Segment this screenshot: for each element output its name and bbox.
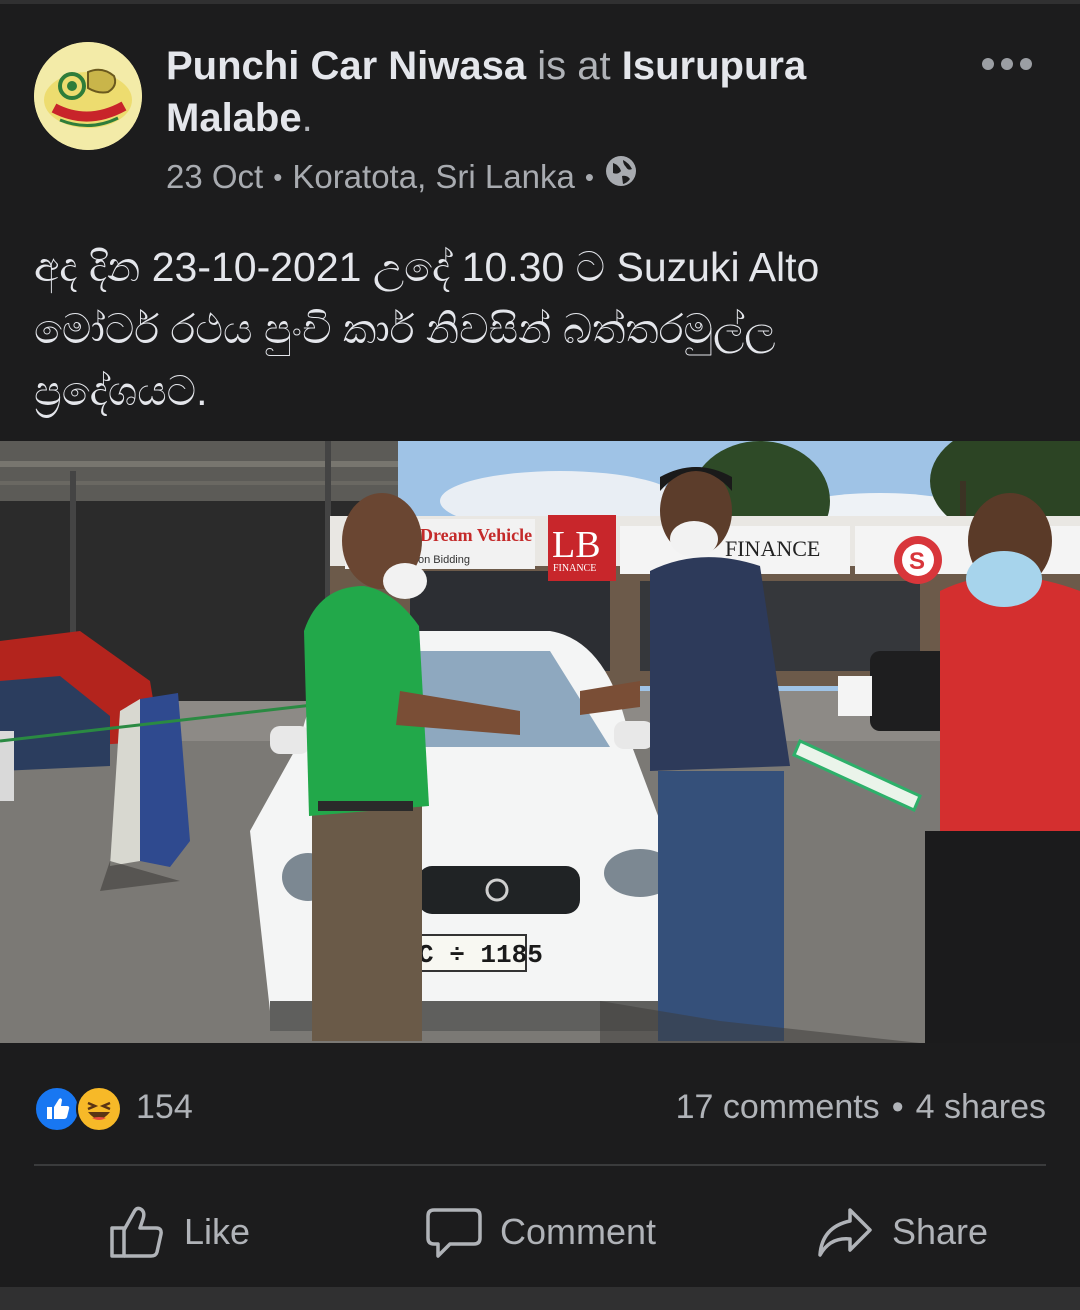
sign-s-logo: S bbox=[909, 548, 925, 575]
sign-lb-finance: FINANCE bbox=[553, 563, 596, 574]
globe-icon bbox=[604, 154, 638, 199]
reaction-count: 154 bbox=[136, 1087, 193, 1126]
engagement-summary: 17 comments • 4 shares bbox=[676, 1081, 1046, 1133]
meta-separator: • bbox=[273, 161, 283, 192]
sign-finance: FINANCE bbox=[725, 536, 820, 561]
post-text-line: ප්‍රදේශයට. bbox=[34, 368, 208, 414]
like-reaction-icon bbox=[34, 1086, 80, 1132]
post-meta: 23 Oct • Koratota, Sri Lanka • bbox=[166, 154, 638, 199]
reactions-summary[interactable]: 154 bbox=[34, 1081, 193, 1133]
sign-bidding: on Bidding bbox=[418, 554, 470, 566]
post-location[interactable]: Koratota, Sri Lanka bbox=[292, 155, 575, 199]
share-button[interactable]: Share bbox=[816, 1200, 988, 1264]
sign-dream-vehicle: Dream Vehicle bbox=[420, 525, 532, 545]
thumbs-up-icon bbox=[108, 1204, 166, 1260]
sign-lb: LB bbox=[552, 524, 601, 566]
header-period: . bbox=[301, 96, 313, 140]
shares-count-link[interactable]: 4 shares bbox=[916, 1088, 1046, 1127]
license-plate: C ÷ 1185 bbox=[418, 940, 543, 970]
post-text-line: මෝටර් රථය පුංචි කාර් නිවසින් බත්තරමුල්ල bbox=[34, 306, 776, 352]
divider bbox=[34, 1164, 1046, 1166]
reaction-icons bbox=[34, 1084, 124, 1132]
like-button[interactable]: Like bbox=[108, 1200, 250, 1264]
comment-button[interactable]: Comment bbox=[426, 1200, 656, 1264]
post-header: Punchi Car Niwasa is at Isurupura Malabe… bbox=[166, 40, 946, 144]
post-card: Punchi Car Niwasa is at Isurupura Malabe… bbox=[0, 4, 1080, 1287]
more-options-icon[interactable] bbox=[982, 44, 1032, 84]
checkin-connector: is at bbox=[537, 44, 611, 88]
page-avatar[interactable] bbox=[34, 42, 142, 150]
meta-separator: • bbox=[584, 161, 594, 192]
share-label: Share bbox=[892, 1211, 989, 1252]
author-name[interactable]: Punchi Car Niwasa bbox=[166, 44, 526, 88]
post-date[interactable]: 23 Oct bbox=[166, 155, 263, 199]
post-text-line: අද දින 23-10-2021 උදේ 10.30 ට Suzuki Alt… bbox=[34, 244, 820, 290]
like-label: Like bbox=[184, 1211, 251, 1252]
share-arrow-icon bbox=[816, 1204, 874, 1260]
haha-reaction-icon bbox=[76, 1086, 122, 1132]
comments-count-link[interactable]: 17 comments bbox=[676, 1088, 880, 1127]
stats-separator: • bbox=[891, 1087, 904, 1126]
comment-label: Comment bbox=[500, 1211, 657, 1252]
post-photo[interactable]: Dream Vehicle on Bidding LB FINANCE FINA… bbox=[0, 441, 1080, 1043]
comment-bubble-icon bbox=[426, 1204, 482, 1260]
post-text: අද දින 23-10-2021 උදේ 10.30 ට Suzuki Alt… bbox=[34, 236, 1044, 422]
